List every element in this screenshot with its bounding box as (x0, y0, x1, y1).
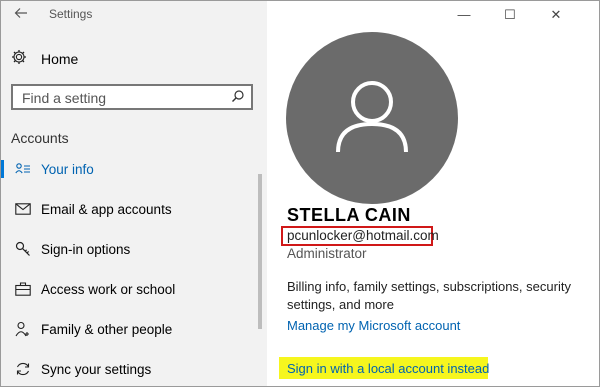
sidebar-item-label: Access work or school (41, 281, 176, 297)
section-title: Accounts (11, 130, 69, 146)
user-email: pcunlocker@hotmail.com (287, 228, 439, 243)
manage-account-link[interactable]: Manage my Microsoft account (287, 318, 460, 333)
sidebar-item-label: Family & other people (41, 321, 173, 337)
active-indicator (1, 160, 4, 178)
avatar (286, 32, 458, 204)
user-silhouette-icon (336, 81, 408, 153)
sign-in-local-account-link[interactable]: Sign in with a local account instead (287, 361, 489, 376)
close-icon: ✕ (550, 7, 562, 22)
gear-icon (11, 49, 33, 69)
sidebar-item-label: Your info (41, 161, 94, 177)
sidebar-item-label: Sync your settings (41, 361, 152, 377)
close-button[interactable]: ✕ (541, 4, 571, 26)
key-icon (13, 239, 33, 259)
person-card-icon (13, 159, 33, 179)
mail-icon (13, 199, 33, 219)
sidebar-item-sign-in-options[interactable]: Sign-in options (1, 234, 257, 264)
sidebar-item-label: Email & app accounts (41, 201, 172, 217)
user-role: Administrator (287, 246, 367, 261)
settings-window: Settings Home Find a setting Accounts Yo… (0, 0, 600, 387)
sidebar-item-label: Sign-in options (41, 241, 131, 257)
sidebar-item-sync-your-settings[interactable]: Sync your settings (1, 354, 257, 384)
sidebar: Settings Home Find a setting Accounts Yo… (1, 1, 267, 386)
main-panel: — ☐ ✕ STELLA CAIN pcunlocker@hotmail.com… (267, 1, 599, 386)
sync-icon (13, 359, 33, 379)
maximize-icon: ☐ (504, 7, 516, 22)
billing-description: Billing info, family settings, subscript… (287, 279, 571, 312)
window-title: Settings (49, 7, 93, 21)
user-name: STELLA CAIN (287, 205, 411, 225)
minimize-icon: — (457, 7, 471, 22)
briefcase-icon (13, 279, 33, 299)
sidebar-item-family-other-people[interactable]: Family & other people (1, 314, 257, 344)
maximize-button[interactable]: ☐ (495, 4, 525, 26)
minimize-button[interactable]: — (449, 4, 479, 26)
home-button[interactable]: Home (11, 47, 251, 71)
search-placeholder: Find a setting (22, 90, 107, 106)
people-icon (13, 319, 33, 339)
home-label: Home (41, 51, 79, 67)
sidebar-item-your-info[interactable]: Your info (1, 154, 257, 184)
sidebar-item-email-app-accounts[interactable]: Email & app accounts (1, 194, 257, 224)
search-icon[interactable] (231, 89, 245, 103)
sidebar-item-access-work-or-school[interactable]: Access work or school (1, 274, 257, 304)
sidebar-scrollbar[interactable] (258, 174, 262, 329)
back-arrow-icon[interactable] (13, 5, 33, 25)
search-input[interactable]: Find a setting (11, 84, 253, 110)
